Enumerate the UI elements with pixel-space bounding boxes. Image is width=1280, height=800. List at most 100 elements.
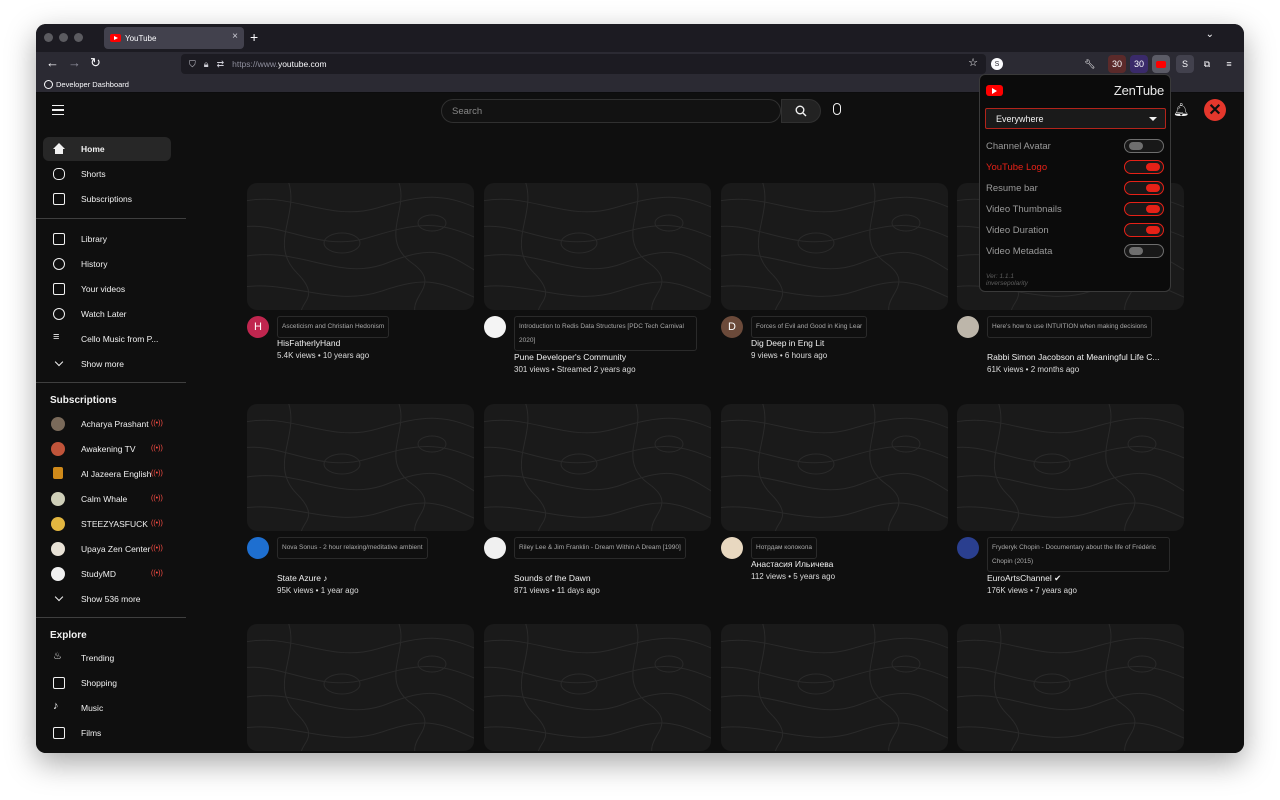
sidebar-item-shorts[interactable]: Shorts [43,162,171,186]
video-thumbnail[interactable] [721,183,948,310]
close-tab-icon[interactable]: × [232,31,238,42]
channel-name[interactable]: Rabbi Simon Jacobson at Meaningful Life … [987,352,1159,362]
channel-avatar[interactable]: D [721,316,743,338]
video-title[interactable]: Asceticism and Christian Hedonism [277,316,390,338]
youtube-logo-icon [986,85,1003,96]
search-input[interactable]: Search [441,99,781,123]
clock-icon [53,308,65,320]
sidebar-item-library[interactable]: Library [43,227,171,251]
video-thumbnail[interactable] [721,404,948,531]
search-button[interactable] [781,99,821,123]
video-title[interactable]: Introduction to Redis Data Structures [P… [514,316,697,351]
video-thumbnail[interactable] [484,404,711,531]
sidebar-item-trending[interactable]: ♨ Trending [43,646,171,670]
channel-name[interactable]: Анастасия Ильичева [751,559,833,569]
sidebar-item-label: Al Jazeera English [81,469,152,479]
avatar [51,567,65,581]
video-title[interactable]: Here's how to use INTUITION when making … [987,316,1153,338]
toggle-switch[interactable] [1124,244,1164,258]
tab-list-button[interactable]: ⌄ [1206,29,1214,40]
shopping-icon [53,677,65,689]
channel-name[interactable]: State Azure ♪ [277,573,328,583]
maximize-window-button[interactable] [74,33,83,42]
channel-avatar[interactable] [957,316,979,338]
sidebar-item-subscriptions[interactable]: Subscriptions [43,187,171,211]
sidebar-item-history[interactable]: History [43,252,171,276]
tab-youtube[interactable]: YouTube × [104,27,244,49]
channel-avatar[interactable] [484,316,506,338]
sidebar-item-show-more[interactable]: Show more [43,352,171,376]
video-thumbnail[interactable] [247,624,474,751]
toggle-switch[interactable] [1124,202,1164,216]
sidebar-sub-al-jazeera-english[interactable]: Al Jazeera English ((•)) [43,462,171,486]
notifications-bell-icon[interactable]: 🔔︎ [1173,102,1190,118]
toggle-switch[interactable] [1124,181,1164,195]
new-tab-button[interactable]: + [250,29,258,45]
back-arrow-icon[interactable]: ← [46,55,59,70]
video-title[interactable]: Fryderyk Chopin - Documentary about the … [987,537,1170,572]
sidebar-sub-upaya-zen-center[interactable]: Upaya Zen Center ((•)) [43,537,171,561]
sidebar-item-music[interactable]: ♪ Music [43,696,171,720]
account-avatar[interactable]: ✕ [1204,99,1226,121]
sidebar-sub-acharya-prashant[interactable]: Acharya Prashant ((•)) [43,412,171,436]
channel-avatar[interactable] [957,537,979,559]
minimize-window-button[interactable] [59,33,68,42]
sidebar-item-playlist[interactable]: ≡ Cello Music from P... [43,327,171,351]
app-menu-icon[interactable]: ≡ [1220,55,1238,73]
sidebar-sub-calm-whale[interactable]: Calm Whale ((•)) [43,487,171,511]
sidebar-item-watch-later[interactable]: Watch Later [43,302,171,326]
video-thumbnail[interactable] [247,183,474,310]
zentube-brand: ZenTube [1113,83,1164,98]
sidebar-item-films[interactable]: Films [43,721,171,745]
video-title[interactable]: Forces of Evil and Good in King Lear [751,316,868,338]
channel-avatar[interactable] [484,537,506,559]
toggle-row-youtube-logo: YouTube Logo [986,157,1166,177]
microphone-icon[interactable] [833,103,841,115]
extension-s-icon[interactable]: S [991,58,1003,70]
video-thumbnail[interactable] [484,183,711,310]
video-thumbnail[interactable] [484,624,711,751]
close-window-button[interactable] [44,33,53,42]
scope-select[interactable]: Everywhere [985,108,1166,129]
video-title[interactable]: Nova Sonus - 2 hour relaxing/meditative … [277,537,428,559]
reload-icon[interactable]: ↻ [90,55,101,71]
zentube-extension-icon[interactable] [1152,55,1170,73]
video-title[interactable]: Нотрдам колокола [751,537,817,559]
toggle-knob [1146,184,1160,192]
avatar [51,517,65,531]
wrench-icon[interactable]: 🔧︎ [1081,55,1099,73]
video-thumbnail[interactable] [247,404,474,531]
bookmark-developer-dashboard[interactable]: Developer Dashboard [56,80,129,89]
channel-name[interactable]: Sounds of the Dawn [514,573,591,583]
channel-name[interactable]: Pune Developer's Community [514,352,626,362]
sidebar-item-shopping[interactable]: Shopping [43,671,171,695]
extension-s-square-icon[interactable]: S [1176,55,1194,73]
sidebar-item-home[interactable]: Home [43,137,171,161]
channel-name[interactable]: Dig Deep in Eng Lit [751,338,824,348]
tab-title: YouTube [125,33,157,43]
channel-avatar[interactable] [721,537,743,559]
video-thumbnail[interactable] [957,404,1184,531]
forward-arrow-icon[interactable]: → [68,55,81,70]
sidebar-sub-studymd[interactable]: StudyMD ((•)) [43,562,171,586]
sidebar-item-show-more-subs[interactable]: Show 536 more [43,587,171,611]
sidebar-item-your-videos[interactable]: Your videos [43,277,171,301]
channel-name[interactable]: EuroArtsChannel ✔ [987,573,1061,584]
video-thumbnail[interactable] [721,624,948,751]
sidebar-sub-awakening-tv[interactable]: Awakening TV ((•)) [43,437,171,461]
channel-avatar[interactable] [247,537,269,559]
extension-badge-1[interactable]: 30 [1108,55,1126,73]
extension-badge-2[interactable]: 30 [1130,55,1148,73]
toggle-switch[interactable] [1124,139,1164,153]
toggle-switch[interactable] [1124,223,1164,237]
video-thumbnail[interactable] [957,624,1184,751]
bookmark-star-icon[interactable]: ☆ [968,56,978,69]
channel-avatar[interactable]: H [247,316,269,338]
toggle-knob [1129,142,1143,150]
channel-name[interactable]: HisFatherlyHand [277,338,340,348]
address-bar[interactable]: ⛉ 🔒︎ ⇄ https://www. youtube.com ☆ [181,54,986,74]
sidebar-sub-steezyasfuck[interactable]: STEEZYASFUCK ((•)) [43,512,171,536]
toggle-switch[interactable] [1124,160,1164,174]
extensions-puzzle-icon[interactable]: ⧉ [1198,55,1216,73]
video-title[interactable]: Riley Lee & Jim Franklin - Dream Within … [514,537,686,559]
